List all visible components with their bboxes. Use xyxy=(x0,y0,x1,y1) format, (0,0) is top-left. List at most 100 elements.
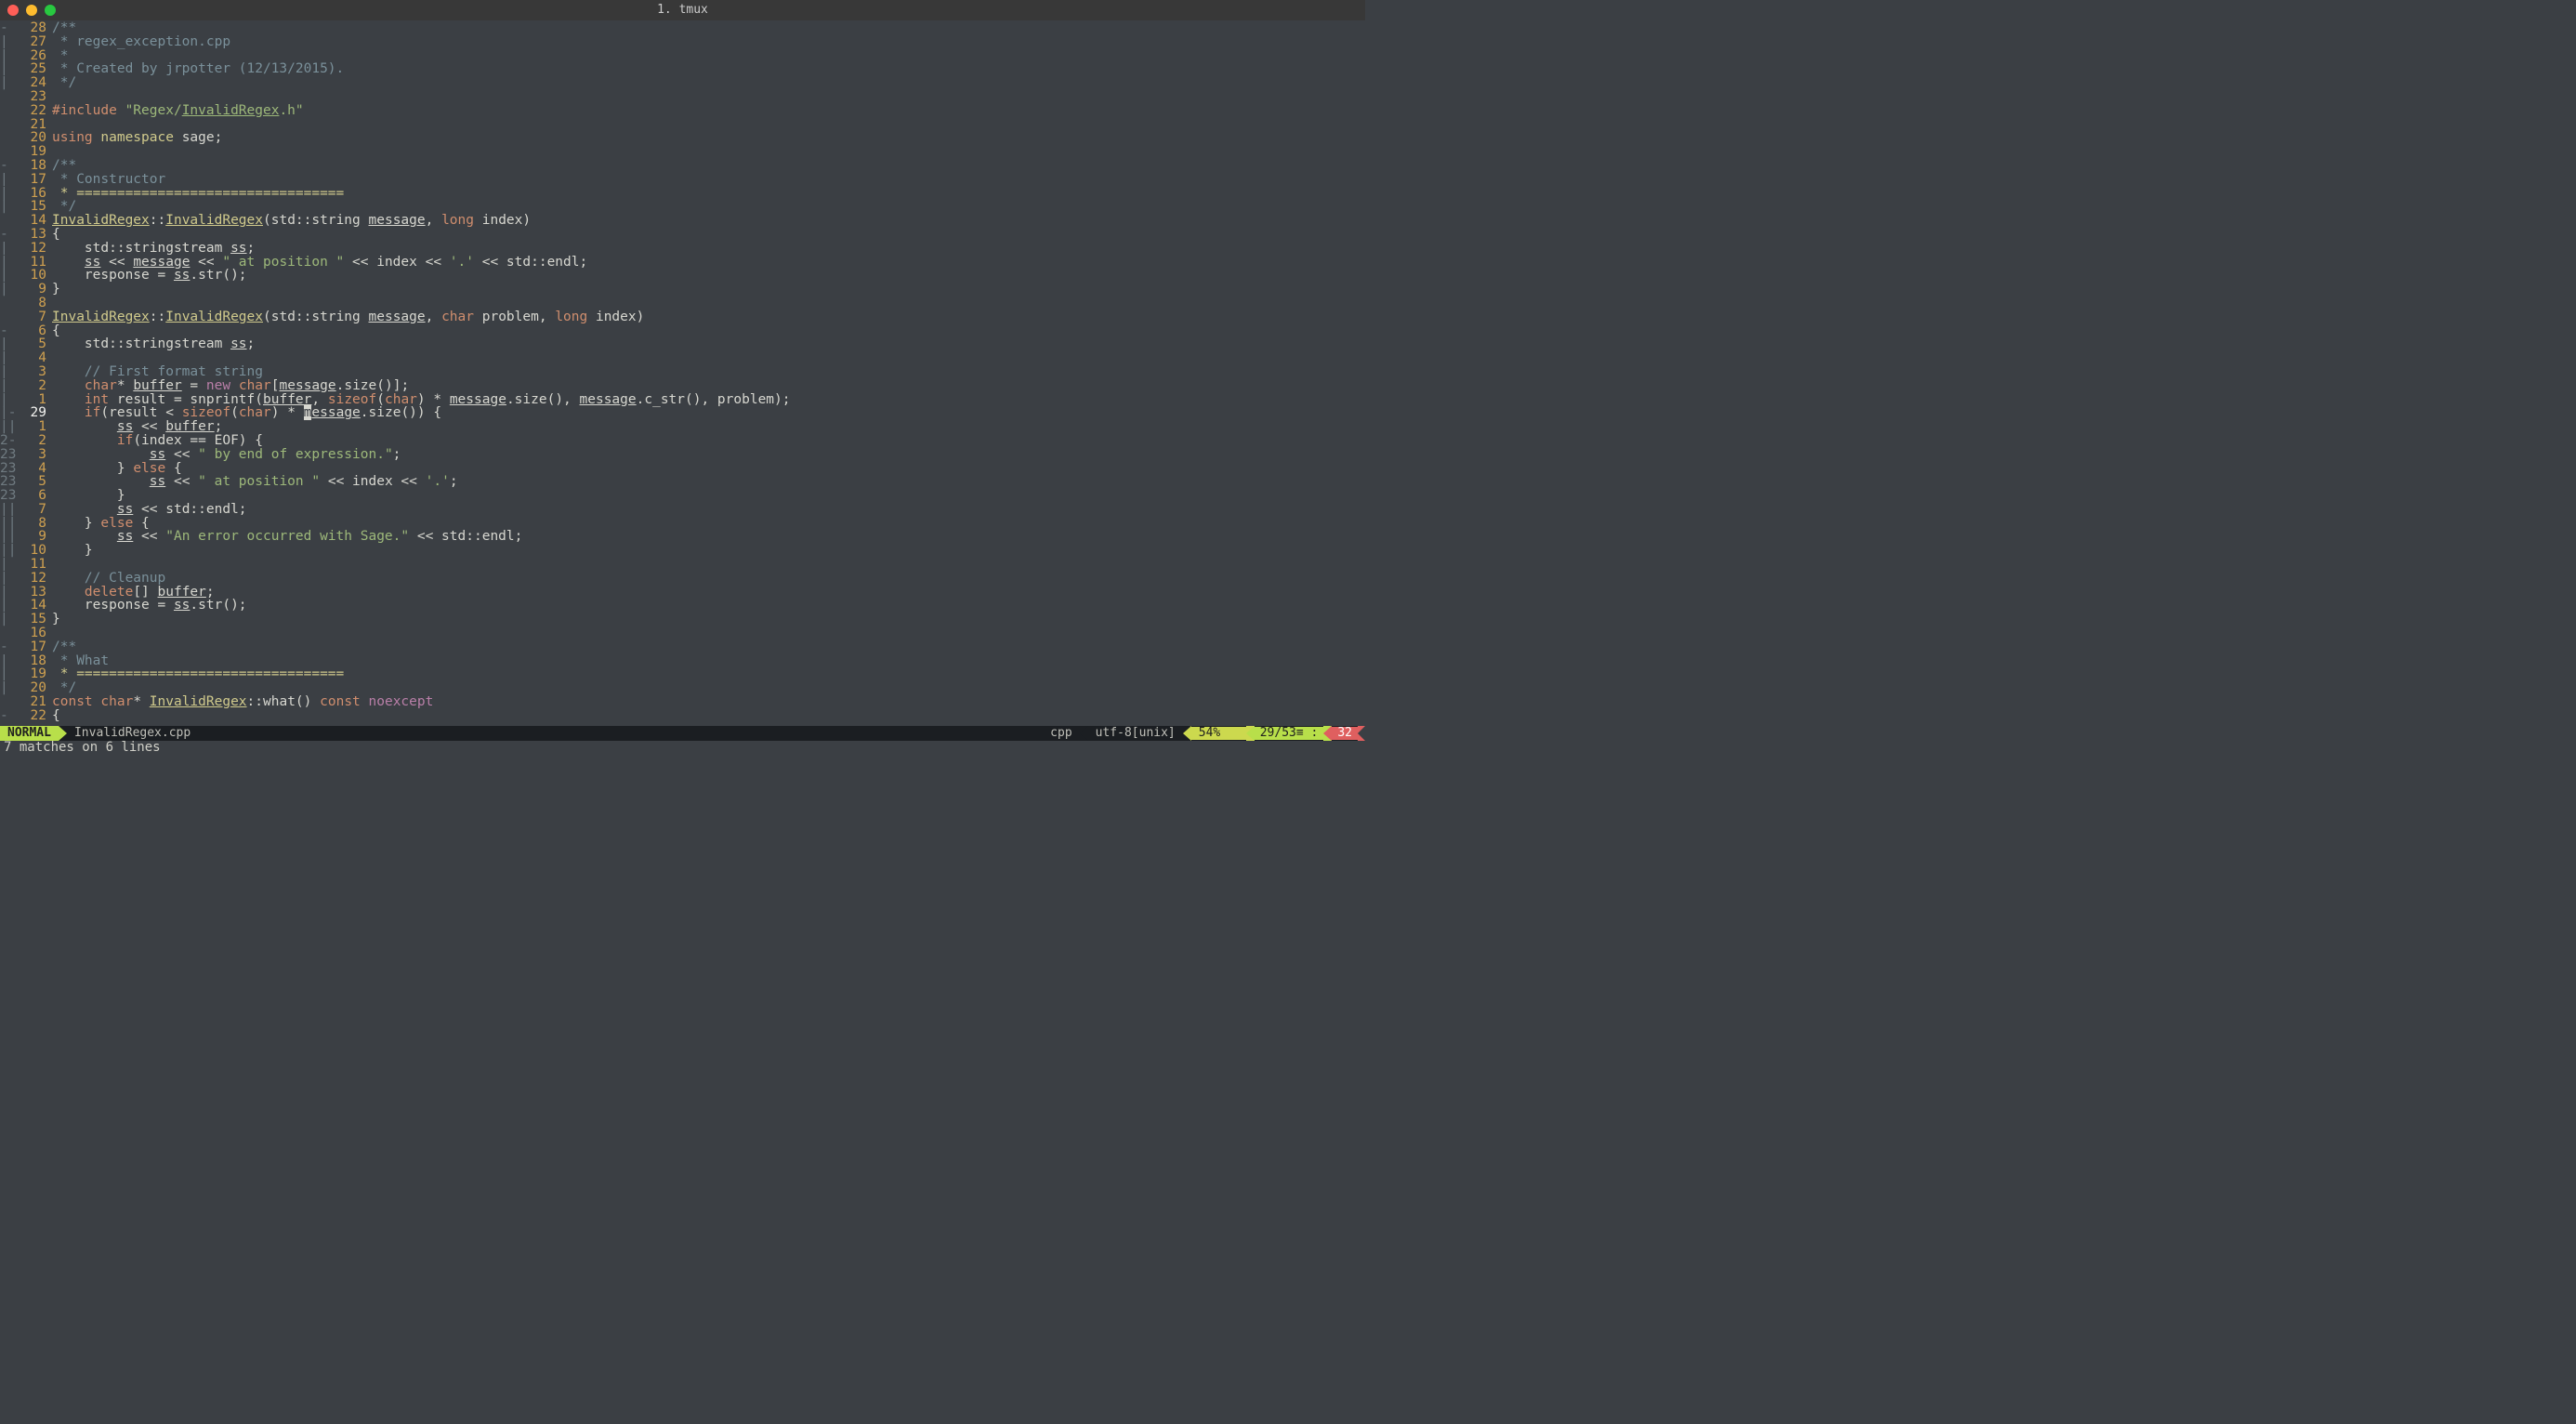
code-line[interactable]: |9} xyxy=(0,283,1365,297)
code-content[interactable]: * Created by jrpotter (12/13/2015). xyxy=(52,62,1365,76)
code-content[interactable]: ss << std::endl; xyxy=(52,503,1365,517)
editor-viewport[interactable]: -28/**|27 * regex_exception.cpp|26 *|25 … xyxy=(0,20,1365,726)
code-line[interactable]: 2-2 if(index == EOF) { xyxy=(0,434,1365,448)
code-content[interactable]: * What xyxy=(52,654,1365,668)
code-content[interactable]: } xyxy=(52,283,1365,297)
code-content[interactable]: ss << message << " at position " << inde… xyxy=(52,256,1365,270)
code-content[interactable]: ss << buffer; xyxy=(52,420,1365,434)
code-content[interactable]: // Cleanup xyxy=(52,572,1365,586)
code-content[interactable]: * Constructor xyxy=(52,173,1365,187)
code-content[interactable]: using namespace sage; xyxy=(52,131,1365,145)
code-content[interactable]: } else { xyxy=(52,517,1365,531)
code-line[interactable]: |26 * xyxy=(0,49,1365,63)
code-content[interactable]: if(result < sizeof(char) * message.size(… xyxy=(52,406,1365,420)
code-line[interactable]: |15 */ xyxy=(0,200,1365,214)
code-content[interactable]: */ xyxy=(52,200,1365,214)
line-number: 8 xyxy=(19,517,52,531)
code-line[interactable]: 19 xyxy=(0,145,1365,159)
code-line[interactable]: 234 } else { xyxy=(0,462,1365,476)
code-line[interactable]: |10 response = ss.str(); xyxy=(0,269,1365,283)
code-content[interactable]: } xyxy=(52,613,1365,626)
code-line[interactable]: |11 ss << message << " at position " << … xyxy=(0,256,1365,270)
code-line[interactable]: |20 */ xyxy=(0,681,1365,695)
code-line[interactable]: ||1 ss << buffer; xyxy=(0,420,1365,434)
code-line[interactable]: |18 * What xyxy=(0,654,1365,668)
code-content[interactable]: } xyxy=(52,544,1365,558)
code-content[interactable]: std::stringstream ss; xyxy=(52,337,1365,351)
code-content[interactable]: response = ss.str(); xyxy=(52,599,1365,613)
code-content[interactable]: ss << " at position " << index << '.'; xyxy=(52,475,1365,489)
code-content[interactable]: { xyxy=(52,324,1365,338)
code-content[interactable]: ss << " by end of expression."; xyxy=(52,448,1365,462)
command-line[interactable]: 7 matches on 6 lines xyxy=(0,741,1365,755)
line-number: 18 xyxy=(19,159,52,173)
code-line[interactable]: 14InvalidRegex::InvalidRegex(std::string… xyxy=(0,214,1365,228)
code-line[interactable]: |24 */ xyxy=(0,76,1365,90)
code-content[interactable]: const char* InvalidRegex::what() const n… xyxy=(52,695,1365,709)
code-content[interactable]: char* buffer = new char[message.size()]; xyxy=(52,379,1365,393)
code-content[interactable]: */ xyxy=(52,681,1365,695)
code-line[interactable]: |3 // First format string xyxy=(0,365,1365,379)
code-content[interactable]: { xyxy=(52,709,1365,723)
code-line[interactable]: 16 xyxy=(0,626,1365,640)
code-line[interactable]: |12 // Cleanup xyxy=(0,572,1365,586)
code-content[interactable]: /** xyxy=(52,640,1365,654)
code-line[interactable]: ||10 } xyxy=(0,544,1365,558)
code-content[interactable]: * regex_exception.cpp xyxy=(52,35,1365,49)
code-line[interactable]: 21 xyxy=(0,118,1365,132)
code-line[interactable]: -28/** xyxy=(0,21,1365,35)
code-line[interactable]: 236 } xyxy=(0,489,1365,503)
code-line[interactable]: |27 * regex_exception.cpp xyxy=(0,35,1365,49)
code-line[interactable]: |19 * ================================= xyxy=(0,667,1365,681)
code-content[interactable]: ss << "An error occurred with Sage." << … xyxy=(52,530,1365,544)
code-content[interactable]: // First format string xyxy=(52,365,1365,379)
code-line[interactable]: -18/** xyxy=(0,159,1365,173)
code-content[interactable]: { xyxy=(52,228,1365,242)
code-content[interactable]: * ================================= xyxy=(52,187,1365,201)
code-content[interactable]: std::stringstream ss; xyxy=(52,242,1365,256)
code-content[interactable]: * xyxy=(52,49,1365,63)
code-line[interactable]: |-29 if(result < sizeof(char) * message.… xyxy=(0,406,1365,420)
code-line[interactable]: 20using namespace sage; xyxy=(0,131,1365,145)
code-content[interactable]: int result = snprintf(buffer, sizeof(cha… xyxy=(52,393,1365,407)
code-line[interactable]: |14 response = ss.str(); xyxy=(0,599,1365,613)
code-line[interactable]: |25 * Created by jrpotter (12/13/2015). xyxy=(0,62,1365,76)
code-line[interactable]: 23 xyxy=(0,90,1365,104)
code-content[interactable]: */ xyxy=(52,76,1365,90)
code-line[interactable]: |15} xyxy=(0,613,1365,626)
code-line[interactable]: -17/** xyxy=(0,640,1365,654)
code-content[interactable]: } else { xyxy=(52,462,1365,476)
code-content[interactable]: #include "Regex/InvalidRegex.h" xyxy=(52,104,1365,118)
code-line[interactable]: ||7 ss << std::endl; xyxy=(0,503,1365,517)
code-line[interactable]: |12 std::stringstream ss; xyxy=(0,242,1365,256)
code-line[interactable]: |17 * Constructor xyxy=(0,173,1365,187)
code-line[interactable]: 8 xyxy=(0,297,1365,310)
code-content[interactable]: /** xyxy=(52,159,1365,173)
code-line[interactable]: -13{ xyxy=(0,228,1365,242)
code-content[interactable]: response = ss.str(); xyxy=(52,269,1365,283)
code-line[interactable]: ||8 } else { xyxy=(0,517,1365,531)
code-line[interactable]: 21const char* InvalidRegex::what() const… xyxy=(0,695,1365,709)
code-line[interactable]: |2 char* buffer = new char[message.size(… xyxy=(0,379,1365,393)
code-line[interactable]: -22{ xyxy=(0,709,1365,723)
code-line[interactable]: 22#include "Regex/InvalidRegex.h" xyxy=(0,104,1365,118)
code-line[interactable]: -6{ xyxy=(0,324,1365,338)
code-line[interactable]: |4 xyxy=(0,351,1365,365)
code-content[interactable]: InvalidRegex::InvalidRegex(std::string m… xyxy=(52,310,1365,324)
code-content[interactable]: } xyxy=(52,489,1365,503)
code-content[interactable]: if(index == EOF) { xyxy=(52,434,1365,448)
code-line[interactable]: ||9 ss << "An error occurred with Sage."… xyxy=(0,530,1365,544)
code-content[interactable]: /** xyxy=(52,21,1365,35)
code-line[interactable]: |5 std::stringstream ss; xyxy=(0,337,1365,351)
fold-gutter: | xyxy=(0,269,19,283)
code-content[interactable]: delete[] buffer; xyxy=(52,586,1365,600)
code-line[interactable]: |16 * ================================= xyxy=(0,187,1365,201)
code-content[interactable]: InvalidRegex::InvalidRegex(std::string m… xyxy=(52,214,1365,228)
code-line[interactable]: |1 int result = snprintf(buffer, sizeof(… xyxy=(0,393,1365,407)
code-line[interactable]: 235 ss << " at position " << index << '.… xyxy=(0,475,1365,489)
code-content[interactable]: * ================================= xyxy=(52,667,1365,681)
code-line[interactable]: |13 delete[] buffer; xyxy=(0,586,1365,600)
code-line[interactable]: 7InvalidRegex::InvalidRegex(std::string … xyxy=(0,310,1365,324)
code-line[interactable]: 233 ss << " by end of expression."; xyxy=(0,448,1365,462)
code-line[interactable]: |11 xyxy=(0,558,1365,572)
